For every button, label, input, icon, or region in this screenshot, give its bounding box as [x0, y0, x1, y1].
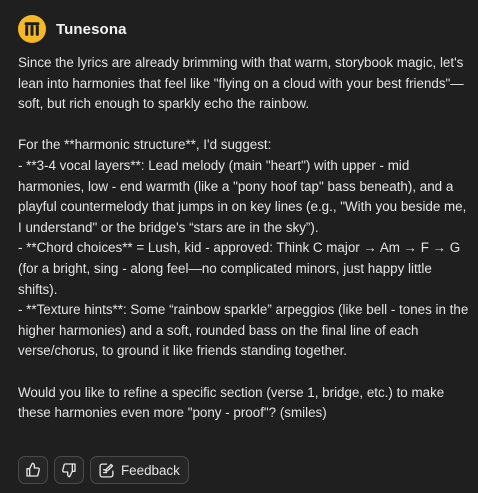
like-button[interactable]: [18, 456, 48, 484]
feedback-label: Feedback: [121, 462, 180, 478]
message-actions: Feedback: [18, 456, 189, 484]
bot-avatar: [18, 15, 46, 43]
tunesona-logo-icon: [22, 19, 42, 39]
message-body: Since the lyrics are already brimming wi…: [18, 53, 470, 424]
message-bullet-chord-choices: - **Chord choices** = Lush, kid - approv…: [18, 240, 461, 297]
message-bullet-texture-hints: - **Texture hints**: Some “rainbow spark…: [18, 302, 469, 359]
feedback-button[interactable]: Feedback: [90, 456, 189, 484]
feedback-icon: [98, 462, 115, 479]
dislike-button[interactable]: [54, 456, 84, 484]
thumbs-down-icon: [61, 462, 77, 478]
message-paragraph-intro: Since the lyrics are already brimming wi…: [18, 55, 464, 112]
message-paragraph-structure-heading: For the **harmonic structure**, I'd sugg…: [18, 137, 272, 153]
message-paragraph-question: Would you like to refine a specific sect…: [18, 384, 445, 421]
message-header: Tunesona: [18, 14, 462, 44]
thumbs-up-icon: [25, 462, 41, 478]
chat-message: Tunesona Since the lyrics are already br…: [0, 0, 478, 493]
bot-name: Tunesona: [56, 20, 127, 38]
message-bullet-vocal-layers: - **3-4 vocal layers**: Lead melody (mai…: [18, 157, 467, 235]
